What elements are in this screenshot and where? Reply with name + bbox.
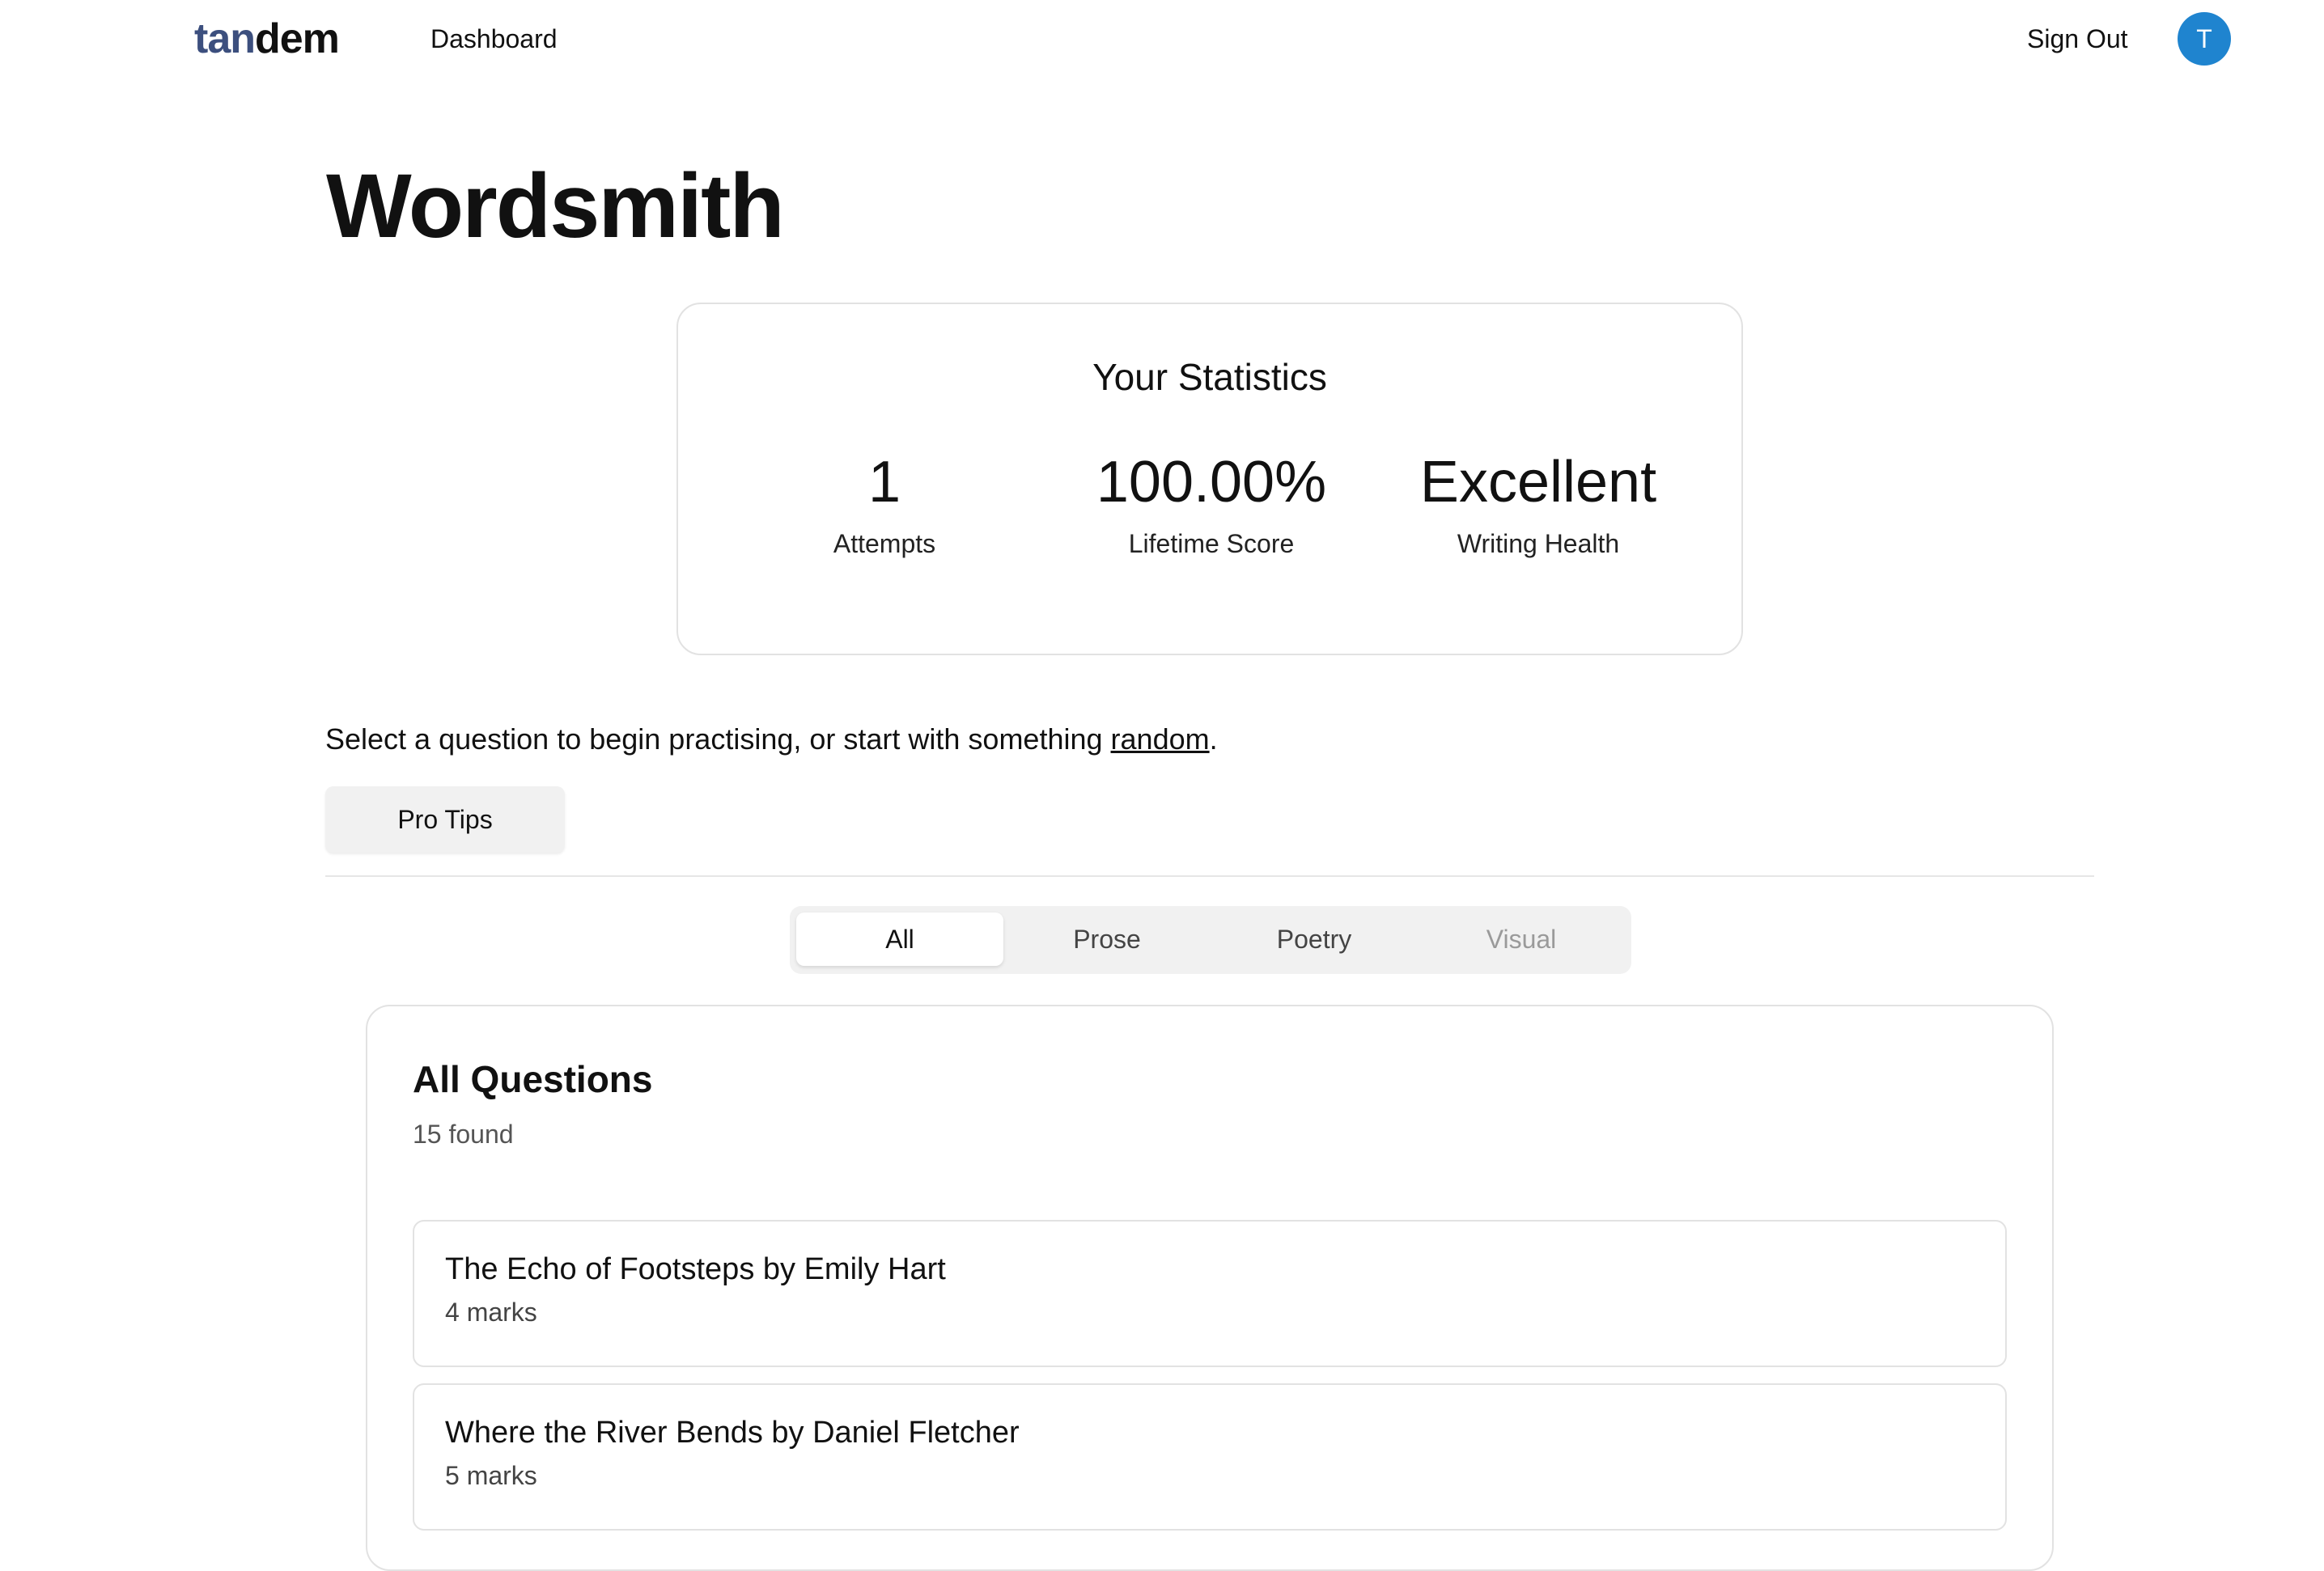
stat-value: 100.00%: [1096, 450, 1327, 514]
stat-value: Excellent: [1419, 450, 1657, 514]
tab-poetry[interactable]: Poetry: [1211, 913, 1418, 966]
question-card[interactable]: Where the River Bends by Daniel Fletcher…: [413, 1383, 2007, 1531]
instructions-tail: .: [1209, 722, 1218, 756]
question-marks: 5 marks: [445, 1461, 537, 1490]
stat-attempts: 1 Attempts: [723, 448, 1046, 561]
stat-label: Lifetime Score: [1128, 529, 1295, 558]
stat-lifetime-score: 100.00% Lifetime Score: [1050, 448, 1373, 561]
questions-panel: All Questions 15 found The Echo of Foots…: [366, 1005, 2054, 1571]
section-divider: [325, 875, 2094, 877]
top-nav: tandem Dashboard Sign Out T: [0, 0, 2324, 78]
page-title: Wordsmith: [326, 155, 785, 256]
questions-title: All Questions: [413, 1058, 653, 1100]
sign-out-link[interactable]: Sign Out: [2027, 21, 2128, 57]
tab-visual[interactable]: Visual: [1418, 913, 1625, 966]
logo-part-1: tan: [194, 15, 256, 62]
nav-dashboard-link[interactable]: Dashboard: [430, 21, 558, 57]
stat-label: Attempts: [833, 529, 936, 558]
statistics-title: Your Statistics: [1092, 356, 1327, 398]
question-title: Where the River Bends by Daniel Fletcher: [445, 1416, 1020, 1450]
instructions-text: Select a question to begin practising, o…: [325, 720, 1218, 759]
logo-part-2: dem: [255, 15, 340, 62]
question-card[interactable]: The Echo of Footsteps by Emily Hart 4 ma…: [413, 1220, 2007, 1367]
tandem-logo[interactable]: tandem: [194, 11, 340, 66]
questions-count: 15 found: [413, 1120, 514, 1149]
stat-label: Writing Health: [1457, 529, 1620, 558]
question-title: The Echo of Footsteps by Emily Hart: [445, 1252, 946, 1286]
tab-all[interactable]: All: [796, 913, 1003, 966]
question-marks: 4 marks: [445, 1298, 537, 1327]
tab-prose[interactable]: Prose: [1003, 913, 1211, 966]
category-tabs: All Prose Poetry Visual: [790, 906, 1631, 974]
random-question-link[interactable]: random: [1111, 722, 1210, 756]
statistics-card: Your Statistics 1 Attempts 100.00% Lifet…: [676, 303, 1743, 655]
pro-tips-button[interactable]: Pro Tips: [325, 786, 565, 853]
stat-writing-health: Excellent Writing Health: [1376, 448, 1700, 561]
instructions-lead: Select a question to begin practising, o…: [325, 722, 1111, 756]
stat-value: 1: [867, 450, 901, 514]
user-avatar[interactable]: T: [2178, 12, 2231, 66]
